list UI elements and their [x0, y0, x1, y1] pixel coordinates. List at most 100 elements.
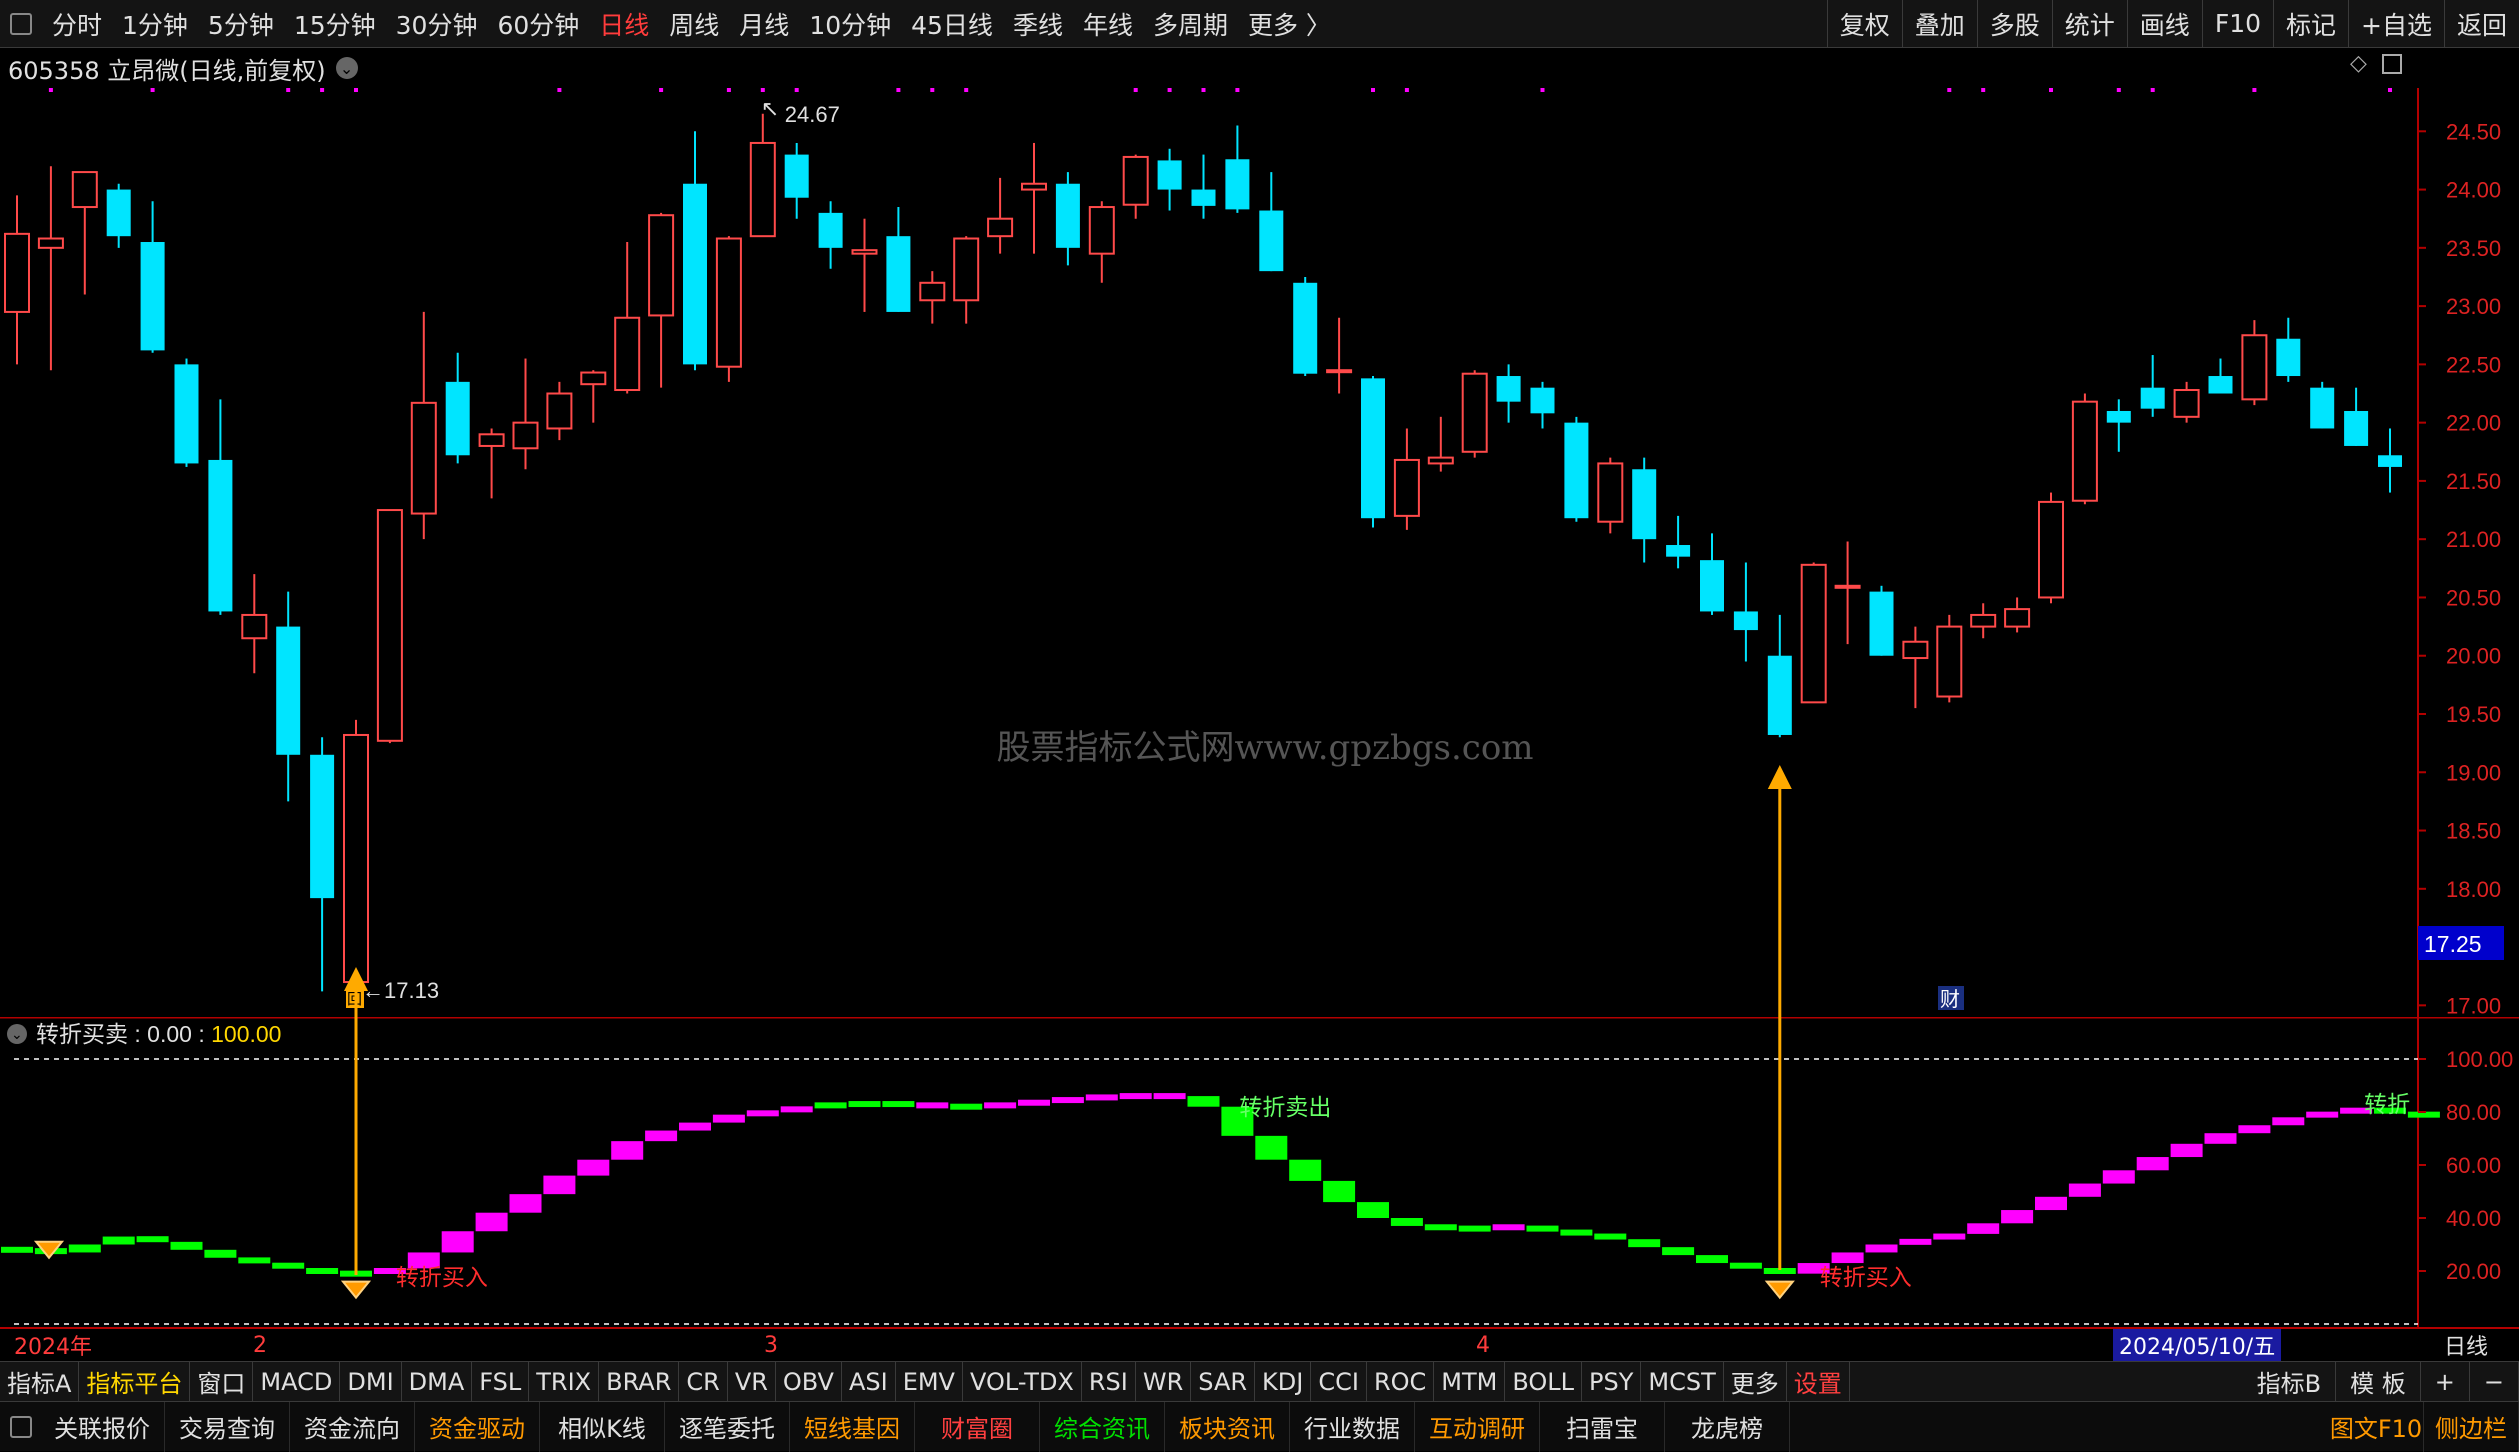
candle[interactable]	[174, 358, 199, 467]
panel-toggle-icon[interactable]	[2382, 54, 2402, 74]
timeframe-tab[interactable]: 多周期	[1143, 6, 1238, 42]
candle[interactable]	[1461, 370, 1488, 458]
bottom-button[interactable]: 逐笔委托	[665, 1401, 790, 1452]
indicator-right-button[interactable]: +	[2421, 1361, 2470, 1402]
toolbar-button[interactable]: +自选	[2348, 0, 2444, 48]
indicator-tab[interactable]: MTM	[1434, 1361, 1506, 1402]
timeframe-tab[interactable]: 分时	[42, 6, 112, 42]
bottom-button[interactable]: 龙虎榜	[1665, 1401, 1790, 1452]
indicator-right-button[interactable]: −	[2470, 1361, 2519, 1402]
indicator-tab[interactable]: VOL-TDX	[963, 1361, 1082, 1402]
indicator-right-button[interactable]: 模 板	[2336, 1361, 2421, 1402]
timeframe-tab[interactable]: 15分钟	[284, 6, 386, 42]
bottom-button[interactable]: 财富圈	[915, 1401, 1040, 1452]
bottom-button[interactable]: 资金流向	[290, 1401, 415, 1452]
indicator-tab[interactable]: CCI	[1311, 1361, 1367, 1402]
bottom-right-button[interactable]: 图文F10	[2329, 1401, 2424, 1452]
indicator-tab[interactable]: RSI	[1082, 1361, 1136, 1402]
bottom-button[interactable]: 交易查询	[165, 1401, 290, 1452]
candle[interactable]	[1361, 376, 1385, 528]
bottom-button[interactable]: 综合资讯	[1040, 1401, 1165, 1452]
bottom-menu-icon[interactable]	[10, 1415, 32, 1438]
price-label: 21.50	[2446, 469, 2501, 494]
timeframe-tab[interactable]: 年线	[1073, 6, 1143, 42]
toolbar-button[interactable]: 统计	[2051, 0, 2127, 48]
candle[interactable]	[343, 719, 369, 991]
indicator-tab[interactable]: 窗口	[190, 1361, 254, 1402]
chevron-down-icon[interactable]: ⌄	[335, 57, 358, 79]
indicator-tab[interactable]: WR	[1136, 1361, 1192, 1402]
candle[interactable]	[1936, 614, 1963, 703]
indicator-tab[interactable]: MACD	[253, 1361, 341, 1402]
bottom-button[interactable]: 板块资讯	[1165, 1401, 1290, 1452]
indicator-bar	[1458, 1225, 1491, 1232]
candle[interactable]	[1564, 416, 1589, 522]
indicator-tab[interactable]: 设置	[1787, 1361, 1850, 1402]
indicator-tab[interactable]: EMV	[896, 1361, 963, 1402]
candle[interactable]	[2071, 393, 2098, 505]
toolbar-button[interactable]: F10	[2201, 0, 2273, 48]
indicator-tab[interactable]: SAR	[1191, 1361, 1256, 1402]
candle[interactable]	[715, 236, 742, 382]
toolbar-button[interactable]: 画线	[2126, 0, 2202, 48]
indicator-tab[interactable]: DMI	[340, 1361, 402, 1402]
indicator-tab[interactable]: TRIX	[529, 1361, 600, 1402]
candlestick-chart[interactable]: 股票指标公式网www.gpzbgs.com ↖ 24.67 ← 17.13 回 财 24.…	[0, 88, 2519, 1017]
timeframe-tab[interactable]: 10分钟	[799, 6, 901, 42]
indicator-tab[interactable]: 指标A	[0, 1361, 80, 1402]
timeframe-tab[interactable]: 季线	[1003, 6, 1073, 42]
indicator-tab[interactable]: ROC	[1367, 1361, 1435, 1402]
bottom-button[interactable]: 扫雷宝	[1540, 1401, 1665, 1452]
indicator-tab[interactable]: VR	[728, 1361, 776, 1402]
timeframe-tab[interactable]: 60分钟	[487, 6, 589, 42]
signal-dot	[2388, 88, 2392, 92]
indicator-tab[interactable]: BRAR	[599, 1361, 680, 1402]
indicator-tab[interactable]: DMA	[402, 1361, 473, 1402]
indicator-chart[interactable]: ⌄ 转折买卖 : 0.00 : 100.00 100.00 80.00 60.00 4…	[0, 1017, 2519, 1327]
timeframe-tab[interactable]: 5分钟	[198, 6, 284, 42]
indicator-tab[interactable]: PSY	[1582, 1361, 1642, 1402]
timeframe-tab[interactable]: 30分钟	[386, 6, 488, 42]
candle[interactable]	[1293, 276, 1318, 377]
toolbar-button[interactable]: 复权	[1826, 0, 1902, 48]
indicator-tab[interactable]: ASI	[842, 1361, 896, 1402]
bottom-button[interactable]: 资金驱动	[415, 1401, 540, 1452]
indicator-tab[interactable]: CR	[679, 1361, 728, 1402]
low-price-value: 17.13	[384, 978, 439, 1003]
price-label: 17.00	[2446, 993, 2501, 1017]
candle[interactable]	[1869, 585, 1894, 656]
indicator-right-button[interactable]: 指标B	[2243, 1361, 2337, 1402]
toolbar-button[interactable]: 叠加	[1901, 0, 1977, 48]
indicator-tab[interactable]: BOLL	[1505, 1361, 1583, 1402]
bottom-button[interactable]: 互动调研	[1415, 1401, 1540, 1452]
timeframe-tab[interactable]: 45日线	[901, 6, 1003, 42]
indicator-tab[interactable]: 更多	[1724, 1361, 1787, 1402]
diamond-icon[interactable]: ◇	[2350, 51, 2367, 76]
timeframe-tab[interactable]: 1分钟	[112, 6, 198, 42]
indicator-tab[interactable]: FSL	[472, 1361, 530, 1402]
toolbar-button[interactable]: 标记	[2273, 0, 2348, 48]
bottom-button[interactable]: 相似K线	[540, 1401, 665, 1452]
indicator-bar	[679, 1122, 711, 1131]
toolbar-button[interactable]: 多股	[1976, 0, 2052, 48]
toolbar-button[interactable]: 返回	[2443, 0, 2519, 48]
bottom-button[interactable]: 行业数据	[1290, 1401, 1415, 1452]
timeframe-tab[interactable]: 更多 〉	[1238, 6, 1341, 42]
bottom-button[interactable]: 短线基因	[790, 1401, 915, 1452]
candle[interactable]	[376, 509, 403, 744]
indicator-tab[interactable]: OBV	[776, 1361, 842, 1402]
window-menu-icon[interactable]	[10, 12, 32, 35]
bottom-right-button[interactable]: 侧边栏	[2424, 1401, 2519, 1452]
indicator-bar	[780, 1106, 813, 1113]
timeframe-tab[interactable]: 日线	[589, 6, 659, 42]
indicator-tab[interactable]: MCST	[1641, 1361, 1724, 1402]
candle[interactable]	[1597, 457, 1624, 534]
timeframe-tab[interactable]: 周线	[659, 6, 729, 42]
bottom-button[interactable]: 关联报价	[40, 1401, 165, 1452]
timeframe-tab[interactable]: 月线	[729, 6, 799, 42]
candle[interactable]	[2310, 381, 2335, 429]
candle[interactable]	[2038, 492, 2064, 604]
indicator-tab[interactable]: 指标平台	[79, 1361, 191, 1402]
candle[interactable]	[1800, 562, 1827, 704]
indicator-tab[interactable]: KDJ	[1255, 1361, 1312, 1402]
